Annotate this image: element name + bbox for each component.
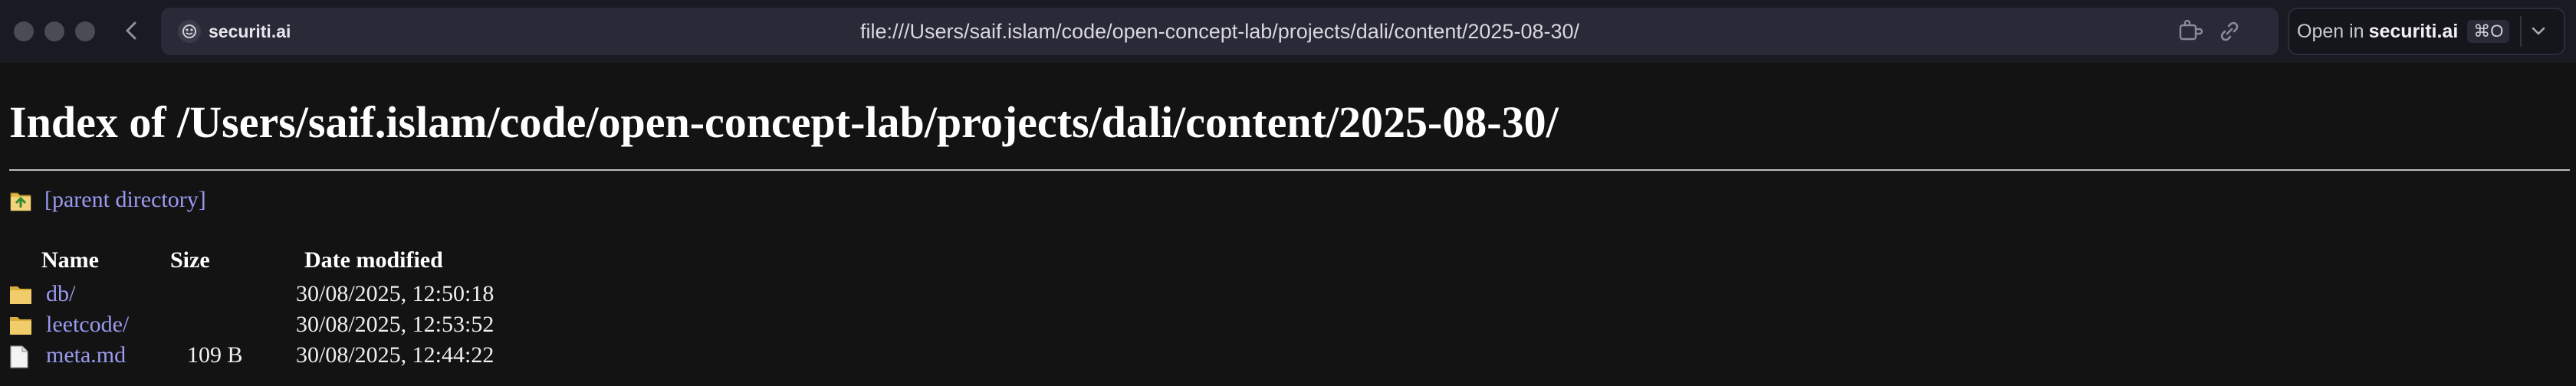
zoom-window-button[interactable] <box>75 21 95 41</box>
table-row: meta.md 109 B 30/08/2025, 12:44:22 <box>9 342 699 371</box>
back-arrow-icon <box>126 21 136 40</box>
open-in-shortcut: ⌘O <box>2467 20 2510 43</box>
address-bar[interactable]: securiti.ai file:///Users/saif.islam/cod… <box>161 8 2279 55</box>
open-in-app-button[interactable]: Open in securiti.ai ⌘O <box>2288 8 2565 55</box>
column-header-date[interactable]: Date modified <box>304 247 443 273</box>
row-date: 30/08/2025, 12:50:18 <box>296 281 495 306</box>
parent-directory-link[interactable]: [parent directory] <box>44 187 206 213</box>
close-window-button[interactable] <box>14 21 34 41</box>
page-content: Index of /Users/saif.islam/code/open-con… <box>0 63 2576 386</box>
puzzle-extension-icon <box>2179 20 2203 41</box>
minimize-window-button[interactable] <box>44 21 64 41</box>
folder-icon <box>10 286 31 304</box>
row-name-link[interactable]: meta.md <box>46 342 126 368</box>
parent-folder-up-icon <box>10 192 31 211</box>
table-row: db/ 30/08/2025, 12:50:18 <box>9 281 699 310</box>
url-text[interactable]: file:///Users/saif.islam/code/open-conce… <box>161 8 2279 55</box>
parent-directory-row[interactable]: [parent directory] <box>9 187 206 213</box>
title-divider <box>9 169 2570 171</box>
link-icon <box>2220 21 2239 41</box>
row-date: 30/08/2025, 12:44:22 <box>296 342 495 368</box>
page-title: Index of /Users/saif.islam/code/open-con… <box>9 97 1559 147</box>
back-button[interactable] <box>120 17 143 44</box>
column-header-size[interactable]: Size <box>170 247 210 273</box>
open-in-label: Open in <box>2297 20 2364 42</box>
chevron-down-icon <box>2532 27 2545 35</box>
browser-toolbar: securiti.ai file:///Users/saif.islam/cod… <box>0 0 2576 63</box>
extension-button[interactable] <box>2177 18 2205 44</box>
row-name-link[interactable]: db/ <box>46 281 75 307</box>
column-header-name[interactable]: Name <box>41 247 99 273</box>
row-date: 30/08/2025, 12:53:52 <box>296 312 495 337</box>
row-size: 109 B <box>187 342 243 368</box>
row-name-link[interactable]: leetcode/ <box>46 312 129 338</box>
open-in-label-group: Open in securiti.ai <box>2297 21 2458 43</box>
file-icon <box>10 345 28 368</box>
table-row: leetcode/ 30/08/2025, 12:53:52 <box>9 312 699 341</box>
copy-link-button[interactable] <box>2216 18 2243 44</box>
open-in-brand: securiti.ai <box>2368 20 2459 42</box>
open-in-menu-button[interactable] <box>2522 12 2555 51</box>
folder-icon <box>10 317 31 335</box>
